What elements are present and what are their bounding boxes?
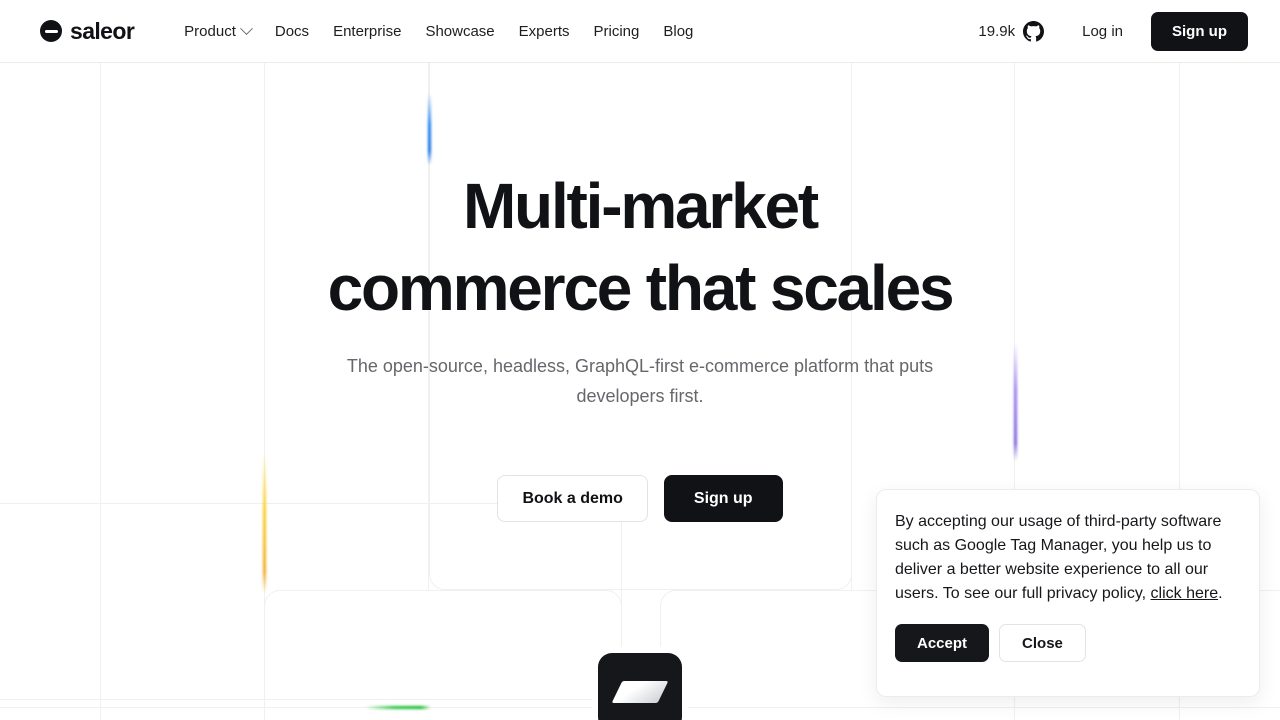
close-button[interactable]: Close bbox=[999, 624, 1086, 662]
chevron-down-icon bbox=[240, 21, 253, 35]
nav-item-label: Enterprise bbox=[333, 22, 402, 40]
nav-item-label: Product bbox=[184, 22, 236, 40]
nav-item-label: Docs bbox=[274, 22, 310, 40]
nav-item-label: Pricing bbox=[593, 22, 640, 40]
book-a-demo-button[interactable]: Book a demo bbox=[497, 475, 648, 522]
privacy-policy-link[interactable]: click here bbox=[1151, 585, 1219, 602]
accent-streak-purple bbox=[1014, 343, 1017, 461]
cookie-consent-dialog: By accepting our usage of third-party so… bbox=[876, 489, 1260, 697]
nav-actions: 19.9k Log in Sign up bbox=[978, 11, 1248, 51]
nav-item-product[interactable]: Product bbox=[172, 15, 263, 48]
accent-streak-blue bbox=[428, 93, 431, 165]
saleor-logo-icon bbox=[40, 20, 62, 42]
cookie-actions: Accept Close bbox=[895, 624, 1241, 662]
nav-item-blog[interactable]: Blog bbox=[651, 15, 705, 48]
accept-button[interactable]: Accept bbox=[895, 624, 990, 662]
accent-streak-yellow bbox=[263, 453, 266, 593]
nav-item-label: Showcase bbox=[425, 22, 495, 40]
nav-item-enterprise[interactable]: Enterprise bbox=[321, 15, 413, 48]
github-stars-link[interactable]: 19.9k bbox=[978, 20, 1045, 42]
nav-item-docs[interactable]: Docs bbox=[263, 15, 321, 48]
nav-item-experts[interactable]: Experts bbox=[507, 15, 582, 48]
github-icon bbox=[1023, 20, 1045, 41]
primary-nav: Product Docs Enterprise Showcase Experts… bbox=[172, 15, 705, 48]
github-star-count: 19.9k bbox=[978, 22, 1016, 40]
nav-item-label: Experts bbox=[518, 22, 570, 40]
accent-streak-green bbox=[365, 706, 431, 709]
page-root: saleor Product Docs Enterprise Showcase … bbox=[0, 0, 1280, 720]
login-link[interactable]: Log in bbox=[1068, 15, 1137, 48]
cookie-consent-text: By accepting our usage of third-party so… bbox=[895, 510, 1241, 606]
top-navbar: saleor Product Docs Enterprise Showcase … bbox=[0, 0, 1280, 63]
cookie-text-after-link: . bbox=[1218, 585, 1223, 602]
signup-button-hero[interactable]: Sign up bbox=[663, 475, 783, 522]
nav-item-showcase[interactable]: Showcase bbox=[413, 15, 506, 48]
saleor-slash-logo-icon bbox=[611, 681, 669, 703]
grid-rounded-rect bbox=[264, 590, 622, 720]
nav-item-label: Blog bbox=[663, 22, 694, 40]
brand-name: saleor bbox=[70, 17, 135, 44]
nav-item-pricing[interactable]: Pricing bbox=[582, 15, 652, 48]
saleor-slash-logo-card bbox=[598, 653, 682, 720]
brand-logo-link[interactable]: saleor bbox=[40, 17, 135, 44]
signup-button-nav[interactable]: Sign up bbox=[1151, 11, 1248, 51]
hero-cta-group: Book a demo Sign up bbox=[497, 475, 783, 522]
